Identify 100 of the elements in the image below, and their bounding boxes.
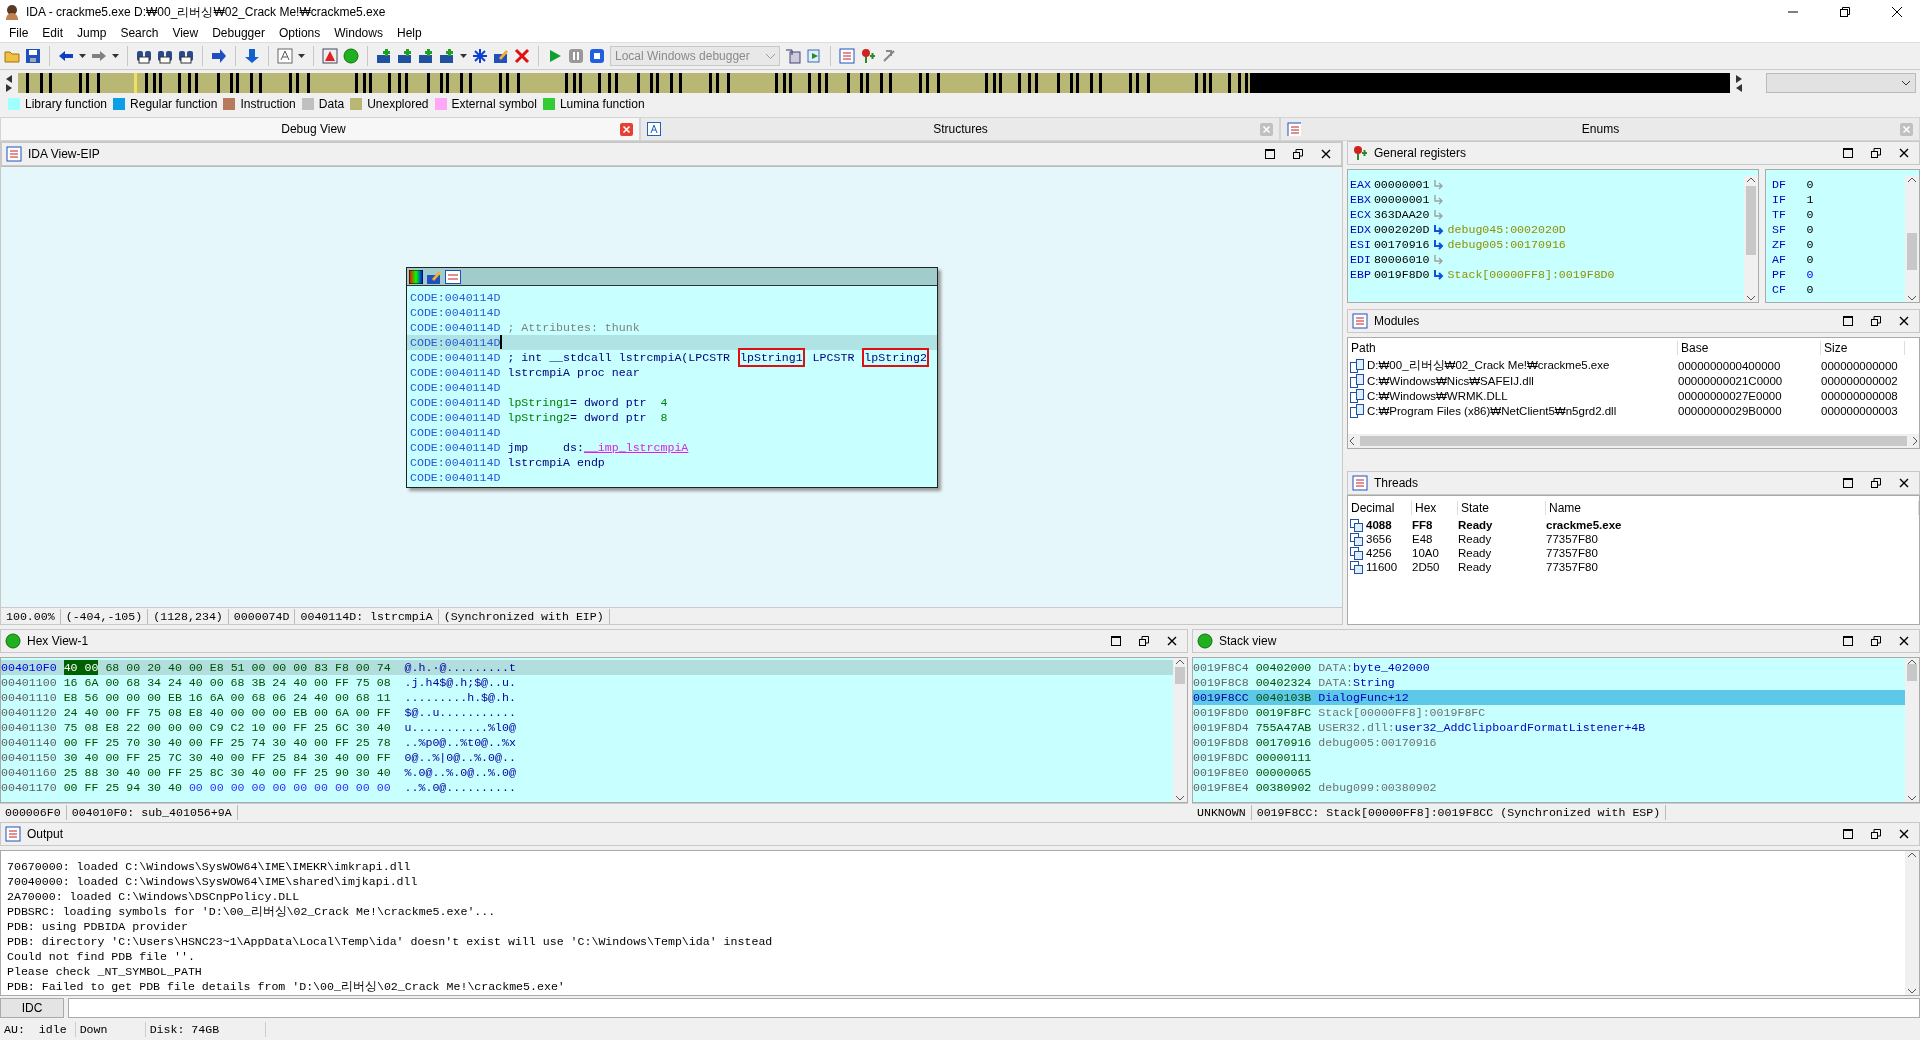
scroll-thumb[interactable] <box>1360 436 1907 446</box>
asterisk-icon[interactable] <box>472 48 488 64</box>
scroll-left-icon[interactable] <box>1348 436 1356 446</box>
legend-label: Data <box>318 97 345 111</box>
pin-icon[interactable] <box>860 48 876 64</box>
menu-item[interactable]: Search <box>113 26 166 40</box>
pointer-arrow-icon[interactable] <box>1432 224 1445 235</box>
scroll-up-icon[interactable] <box>1907 851 1917 859</box>
add-icon[interactable] <box>439 48 455 64</box>
back-arrow-icon[interactable] <box>58 48 74 64</box>
menu-item[interactable]: Options <box>271 26 328 40</box>
scroll-down-icon[interactable] <box>1175 794 1185 802</box>
menu-item[interactable]: Edit <box>35 26 71 40</box>
pause-icon[interactable] <box>568 48 584 64</box>
scrollbar[interactable] <box>1905 176 1919 302</box>
module-size: 000000000008 <box>1821 389 1899 402</box>
tab[interactable]: Debug View <box>0 117 640 141</box>
hex-row-text: 00401170 00 FF 25 94 30 40 00 00 00 00 00 00 00 00 00 00 ..%.0@.......... <box>1 780 517 795</box>
stop-icon[interactable] <box>589 48 605 64</box>
restore-icon <box>1871 316 1881 326</box>
flag-name: PF <box>1772 267 1786 282</box>
close-tab-icon[interactable] <box>620 122 633 136</box>
module-path: C:₩Windows₩Nics₩SAFEIJ.dll <box>1367 374 1534 387</box>
legend-label: Lumina function <box>559 97 645 111</box>
module-base: 0000000000400000 <box>1678 359 1782 372</box>
text-box-icon[interactable] <box>277 48 293 64</box>
restore-icon <box>1840 7 1850 17</box>
arrow-icon[interactable] <box>211 48 227 64</box>
scroll-thumb[interactable] <box>1746 186 1756 256</box>
tab[interactable]: Structures <box>640 117 1280 141</box>
register-name: ESI <box>1350 237 1371 252</box>
forward-arrow-icon[interactable] <box>91 48 107 64</box>
scroll-up-icon[interactable] <box>1175 658 1185 666</box>
maximize-icon <box>1843 829 1853 839</box>
menu-item[interactable]: File <box>2 26 36 40</box>
status-text: AU: idle <box>0 1021 76 1037</box>
output-line: Could not find PDB file ''. <box>7 949 196 964</box>
scroll-down-icon[interactable] <box>1907 987 1917 995</box>
edit-icon[interactable] <box>426 268 442 285</box>
flag-value: 0 <box>1805 177 1815 192</box>
warning-icon[interactable] <box>322 48 338 64</box>
add-icon[interactable] <box>376 48 392 64</box>
command-field[interactable] <box>68 998 1920 1018</box>
scrollbar[interactable] <box>1348 434 1919 448</box>
scroll-up-icon[interactable] <box>1746 176 1756 184</box>
navigation-band[interactable] <box>18 73 1730 93</box>
flag-name: ZF <box>1772 237 1786 252</box>
scroll-up-icon[interactable] <box>1907 176 1917 184</box>
module-icon <box>1350 358 1364 373</box>
pointer-arrow-icon[interactable] <box>1432 269 1445 280</box>
scroll-thumb[interactable] <box>1907 663 1917 681</box>
menu-item[interactable]: Jump <box>70 26 114 40</box>
language-button[interactable]: IDC <box>0 998 64 1018</box>
code-line: CODE:0040114D lstrcmpiA endp <box>409 455 606 470</box>
menu-item[interactable]: Windows <box>327 26 390 40</box>
binoculars-icon[interactable] <box>157 48 173 64</box>
flag-value: 0 <box>1805 252 1815 267</box>
menu-item[interactable]: Help <box>389 26 429 40</box>
scroll-down-icon[interactable] <box>1746 294 1756 302</box>
caret-icon[interactable] <box>112 54 119 58</box>
register-target: debug005:00170916 <box>1447 237 1566 252</box>
tab[interactable]: Enums <box>1280 117 1920 141</box>
scroll-arrows-icon[interactable] <box>4 74 14 92</box>
enum-icon <box>1287 122 1301 136</box>
add-icon[interactable] <box>418 48 434 64</box>
play-icon[interactable] <box>547 48 563 64</box>
scroll-down-icon[interactable] <box>1907 794 1917 802</box>
save-icon[interactable] <box>25 48 41 64</box>
down-arrow-icon[interactable] <box>244 48 260 64</box>
add-icon[interactable] <box>397 48 413 64</box>
scrollbar[interactable] <box>1905 658 1919 802</box>
list-icon[interactable] <box>839 48 855 64</box>
caret-icon[interactable] <box>79 54 86 58</box>
circle-icon[interactable] <box>343 48 359 64</box>
binoculars-icon[interactable] <box>136 48 152 64</box>
pointer-arrow-icon[interactable] <box>1432 239 1445 250</box>
open-folder-icon[interactable] <box>4 48 20 64</box>
scroll-arrows-icon[interactable] <box>1734 74 1744 92</box>
scroll-thumb[interactable] <box>1907 232 1917 271</box>
caret-icon[interactable] <box>298 54 305 58</box>
scroll-right-icon[interactable] <box>1911 436 1919 446</box>
scrollbar[interactable] <box>1744 176 1758 302</box>
menu-item[interactable]: Debugger <box>205 26 272 40</box>
caret-icon[interactable] <box>460 54 467 58</box>
scroll-down-icon[interactable] <box>1907 294 1917 302</box>
edit-icon[interactable] <box>493 48 509 64</box>
scrollbar[interactable] <box>1173 658 1187 802</box>
binoculars-icon[interactable] <box>178 48 194 64</box>
palette-icon[interactable] <box>409 269 423 284</box>
flag-value: 0 <box>1805 222 1815 237</box>
module-path: D:₩00_리버싱₩02_Crack Me!₩crackme5.exe <box>1367 358 1610 373</box>
register-value: 0002020D <box>1373 222 1430 237</box>
thread-state: Ready <box>1458 547 1493 559</box>
menu-item[interactable]: View <box>165 26 206 40</box>
scrollbar[interactable] <box>1905 851 1919 995</box>
cross-icon[interactable] <box>514 48 530 64</box>
scroll-thumb[interactable] <box>1175 666 1185 684</box>
module-size: 000000000002 <box>1821 374 1899 387</box>
register-name: EBX <box>1350 192 1371 207</box>
module-path: C:₩Windows₩WRMK.DLL <box>1367 389 1508 402</box>
